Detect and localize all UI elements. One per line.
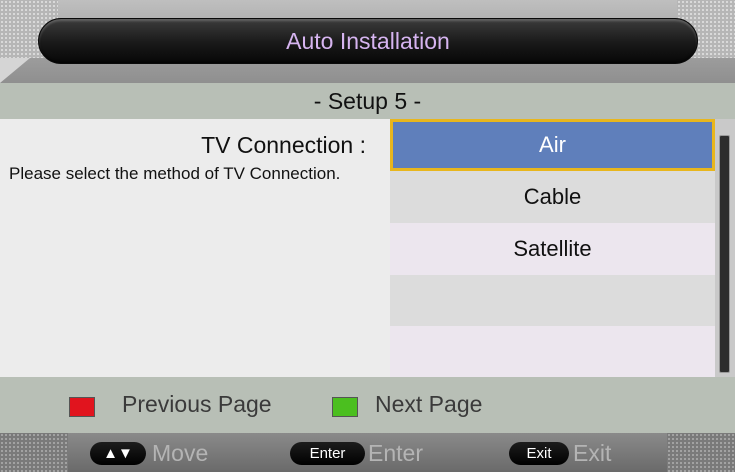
- next-page-button[interactable]: Next Page: [375, 391, 482, 418]
- option-satellite[interactable]: Satellite: [390, 223, 715, 275]
- option-empty: [390, 275, 715, 326]
- move-hint-label: Move: [152, 440, 209, 466]
- exit-hint-label: Exit: [573, 440, 612, 466]
- red-key-icon: [69, 397, 95, 417]
- options-scrollbar[interactable]: [715, 119, 735, 377]
- enter-key-icon: Enter: [290, 442, 365, 465]
- option-cable[interactable]: Cable: [390, 171, 715, 223]
- setup-step-title: - Setup 5 -: [0, 83, 735, 119]
- previous-page-button[interactable]: Previous Page: [122, 391, 272, 418]
- auto-installation-screen: Auto Installation - Setup 5 - TV Connect…: [0, 0, 735, 472]
- help-text: Please select the method of TV Connectio…: [9, 164, 341, 183]
- tv-connection-label: TV Connection :: [201, 132, 366, 158]
- exit-key-icon: Exit: [509, 442, 569, 465]
- enter-hint-label: Enter: [368, 440, 423, 466]
- option-air[interactable]: Air: [390, 119, 715, 171]
- green-key-icon: [332, 397, 358, 417]
- color-key-bar: Previous Page Next Page: [0, 377, 735, 433]
- scrollbar-thumb[interactable]: [719, 135, 730, 373]
- decorative-notch: [0, 58, 30, 83]
- decorative-dot-panel: [667, 433, 735, 472]
- option-empty: [390, 326, 715, 377]
- title-capsule: Auto Installation: [38, 18, 698, 64]
- title-bar: Auto Installation: [0, 0, 735, 83]
- tv-connection-options: Air Cable Satellite: [390, 119, 715, 377]
- up-down-arrows-icon: ▲▼: [90, 442, 146, 465]
- main-content: TV Connection : Please select the method…: [0, 119, 735, 377]
- navigation-hint-bar: ▲▼ Move Enter Enter Exit Exit: [0, 433, 735, 472]
- decorative-dot-panel: [0, 433, 68, 472]
- description-panel: TV Connection : Please select the method…: [0, 119, 390, 377]
- page-title: Auto Installation: [286, 28, 450, 54]
